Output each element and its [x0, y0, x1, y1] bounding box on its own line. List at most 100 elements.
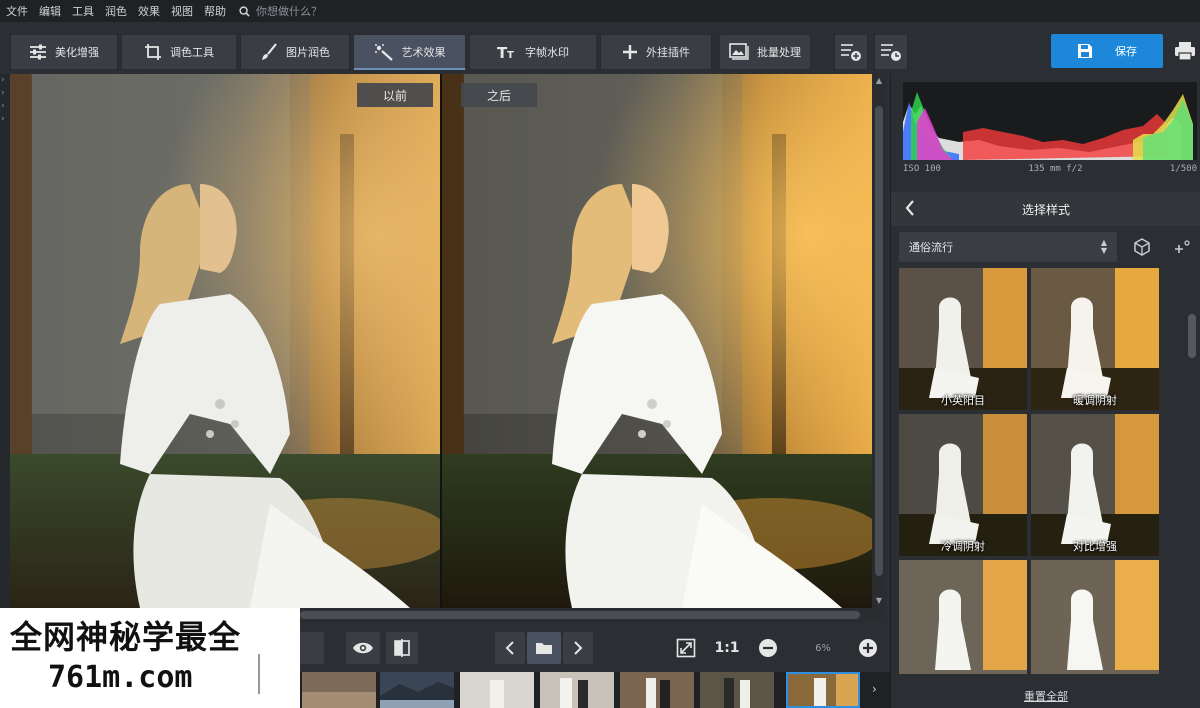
style-thumbnail[interactable] — [1031, 560, 1159, 674]
images-icon — [729, 43, 749, 60]
fit-screen-icon — [676, 638, 696, 658]
filmstrip-thumbnail[interactable] — [380, 672, 454, 708]
view-mode-button[interactable] — [300, 632, 324, 664]
filmstrip: › — [300, 672, 890, 708]
canvas-horizontal-scrollbar[interactable] — [300, 608, 886, 622]
filmstrip-thumbnail[interactable] — [540, 672, 614, 708]
histogram — [903, 82, 1197, 160]
tool-art-effects-button[interactable]: 艺术效果 — [353, 34, 466, 70]
menu-file[interactable]: 文件 — [6, 3, 28, 19]
svg-text:T: T — [507, 50, 514, 60]
menu-retouch[interactable]: 润色 — [105, 3, 127, 19]
style-thumbnail[interactable] — [899, 560, 1027, 674]
preset-add-icon — [841, 44, 861, 61]
filmstrip-thumbnail[interactable] — [460, 672, 534, 708]
print-button[interactable] — [1170, 34, 1200, 68]
magic-wand-icon — [374, 43, 393, 61]
add-preset-button[interactable] — [834, 34, 868, 70]
menu-help[interactable]: 帮助 — [204, 3, 226, 19]
style-label: 对比增强 — [1073, 540, 1117, 553]
image-canvas[interactable]: 以前 之后 — [10, 74, 872, 608]
menu-bar: 文件 编辑 工具 润色 效果 视图 帮助 你想做什么？ — [0, 0, 1200, 22]
tool-enhance-button[interactable]: 美化增强 — [10, 34, 118, 70]
chevron-right-icon: › — [1, 101, 5, 111]
scrollbar-thumb[interactable] — [875, 106, 883, 576]
add-star-icon — [1175, 240, 1190, 253]
style-label: 暖调阴射 — [1073, 394, 1117, 407]
tool-batch-button[interactable]: 批量处理 — [719, 34, 811, 70]
zoom-actual-size-button[interactable]: 1:1 — [710, 632, 744, 664]
random-style-button[interactable] — [1127, 232, 1157, 262]
add-style-button[interactable] — [1167, 232, 1197, 262]
save-button[interactable]: 保存 — [1051, 34, 1163, 68]
after-label: 之后 — [461, 83, 537, 107]
text-icon: TT — [497, 44, 514, 60]
menu-search[interactable]: 你想做什么？ — [239, 3, 322, 19]
watermark-divider — [258, 654, 260, 694]
tool-watermark-button[interactable]: TT 字帧水印 — [469, 34, 597, 70]
tool-label: 调色工具 — [170, 46, 214, 59]
reset-all-link[interactable]: 重置全部 — [891, 688, 1200, 704]
minus-circle-icon — [759, 639, 777, 657]
crop-icon — [145, 44, 161, 60]
scroll-down-icon[interactable]: ▼ — [872, 594, 886, 608]
zoom-out-button[interactable] — [752, 632, 784, 664]
left-collapse-strip[interactable]: › › › › — [0, 74, 10, 608]
style-thumbnail[interactable]: 小英阳目 — [899, 268, 1027, 410]
exif-info: ISO 100 135 mm f/2 1/500 — [903, 164, 1197, 174]
exif-iso: ISO 100 — [903, 164, 941, 174]
style-panel-header: 选择样式 — [891, 192, 1200, 226]
style-category-select[interactable]: 通俗流行 ▲ ▼ — [899, 232, 1117, 262]
menu-tools[interactable]: 工具 — [72, 3, 94, 19]
style-grid-scrollbar[interactable] — [1187, 286, 1197, 676]
filmstrip-thumbnail[interactable] — [302, 672, 376, 708]
scrollbar-thumb[interactable] — [1188, 314, 1196, 358]
fit-to-screen-button[interactable] — [670, 632, 702, 664]
previous-image-button[interactable] — [495, 632, 525, 664]
scroll-up-icon[interactable]: ▲ — [872, 74, 886, 88]
chevron-right-icon — [574, 641, 583, 655]
split-compare-icon — [394, 639, 410, 657]
preset-history-button[interactable] — [874, 34, 908, 70]
exif-lens: 135 mm f/2 — [1028, 164, 1083, 174]
zoom-percent: 6% — [815, 642, 831, 654]
style-thumbnail[interactable]: 对比增强 — [1031, 414, 1159, 556]
scrollbar-thumb[interactable] — [300, 611, 860, 619]
menu-edit[interactable]: 编辑 — [39, 3, 61, 19]
zoom-in-button[interactable] — [852, 632, 884, 664]
menu-view[interactable]: 视图 — [171, 3, 193, 19]
tool-label: 字帧水印 — [525, 46, 569, 59]
tool-label: 艺术效果 — [401, 45, 446, 59]
open-folder-button[interactable] — [527, 632, 561, 664]
preview-toggle-button[interactable] — [346, 632, 380, 664]
tool-plugins-button[interactable]: 外挂插件 — [600, 34, 712, 70]
style-thumbnail[interactable]: 暖调阴射 — [1031, 268, 1159, 410]
chevron-left-icon — [505, 641, 514, 655]
chevron-right-icon[interactable]: › — [872, 682, 877, 696]
exif-shutter: 1/500 — [1169, 164, 1197, 174]
eye-icon — [353, 642, 373, 654]
filmstrip-thumbnail-selected[interactable] — [786, 672, 860, 708]
right-panel: ISO 100 135 mm f/2 1/500 选择样式 通俗流行 ▲ ▼ 小英… — [890, 74, 1200, 708]
photo-editor-window: 文件 编辑 工具 润色 效果 视图 帮助 你想做什么？ 美化增强 调色工具 图片… — [0, 0, 1200, 708]
save-disk-icon — [1078, 44, 1092, 58]
style-thumbnail[interactable]: 冷调阴射 — [899, 414, 1027, 556]
search-icon — [239, 5, 250, 17]
chevron-right-icon: › — [1, 114, 5, 124]
sliders-icon — [30, 44, 46, 60]
tool-label: 图片润色 — [286, 46, 330, 59]
next-image-button[interactable] — [563, 632, 593, 664]
compare-split-button[interactable] — [386, 632, 418, 664]
panel-title: 选择样式 — [1021, 202, 1070, 217]
save-label: 保存 — [1115, 45, 1137, 58]
back-chevron-icon[interactable] — [905, 200, 915, 216]
menu-effects[interactable]: 效果 — [138, 3, 160, 19]
tool-retouch-button[interactable]: 图片润色 — [240, 34, 350, 70]
tool-color-button[interactable]: 调色工具 — [121, 34, 237, 70]
site-watermark: 全网神秘学最全 761m.com — [0, 608, 300, 708]
filmstrip-thumbnail[interactable] — [700, 672, 774, 708]
canvas-vertical-scrollbar[interactable]: ▲ ▼ — [872, 74, 886, 608]
plus-icon — [623, 45, 637, 59]
filmstrip-thumbnail[interactable] — [620, 672, 694, 708]
before-image: 以前 — [10, 74, 440, 608]
